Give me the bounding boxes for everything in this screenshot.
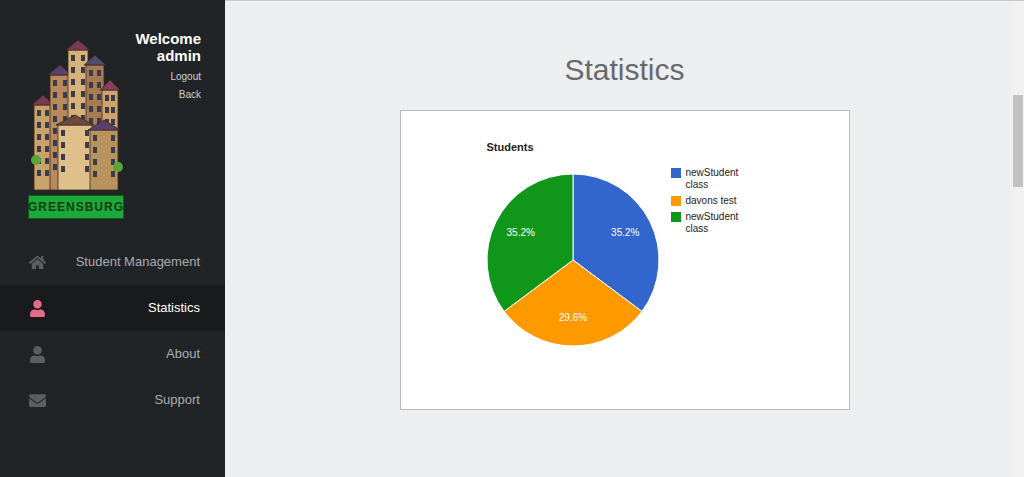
chart-plot: Students 35.2% 29.6% 35.2% [401, 111, 659, 409]
legend-swatch [671, 212, 681, 222]
user-name: admin [157, 47, 201, 64]
sidebar: GREENSBURG Welcomeadmin Logout Back Student … [0, 0, 225, 477]
legend-swatch [671, 168, 681, 178]
content-area: Statistics Students 35.2% 29.6% 35.2% newStud… [225, 1, 1012, 477]
main-content: Statistics Students 35.2% 29.6% 35.2% newStud… [225, 0, 1024, 477]
sidebar-item-label: Student Management [46, 252, 200, 272]
slice-label: 35.2% [611, 227, 639, 238]
sidebar-nav: Student Management Statistics About Support [0, 239, 225, 423]
sidebar-item[interactable]: Student Management [0, 239, 225, 285]
user-icon [29, 300, 46, 317]
sidebar-item[interactable]: Statistics [0, 285, 225, 331]
pie-chart: 35.2% 29.6% 35.2% [487, 174, 659, 346]
chart-legend: newStudent class davons test newStudent cl… [671, 111, 752, 409]
envelope-icon [29, 392, 46, 409]
logo: GREENSBURG [28, 30, 124, 219]
page-title: Statistics [552, 51, 684, 89]
legend-label: newStudent class [686, 211, 752, 235]
slice-label: 35.2% [506, 227, 534, 238]
scrollbar-thumb[interactable] [1013, 95, 1023, 187]
chart-card: Students 35.2% 29.6% 35.2% newStudent class d… [400, 110, 850, 410]
sidebar-item-label: Statistics [46, 298, 200, 318]
scrollbar[interactable] [1012, 1, 1024, 477]
sidebar-item-label: About [46, 344, 200, 364]
user-panel: Welcomeadmin Logout Back [124, 30, 201, 219]
sidebar-header: GREENSBURG Welcomeadmin Logout Back [0, 0, 225, 219]
home-icon [29, 254, 46, 271]
legend-label: davons test [686, 195, 752, 207]
sidebar-item[interactable]: About [0, 331, 225, 377]
legend-item[interactable]: newStudent class [671, 167, 752, 191]
legend-swatch [671, 196, 681, 206]
chart-title: Students [487, 141, 659, 154]
legend-item[interactable]: newStudent class [671, 211, 752, 235]
user-icon [29, 346, 46, 363]
slice-label: 29.6% [558, 312, 586, 323]
legend-item[interactable]: davons test [671, 195, 752, 207]
app: GREENSBURG Welcomeadmin Logout Back Student … [0, 0, 1024, 477]
header-link[interactable]: Back [179, 88, 201, 101]
header-link[interactable]: Logout [170, 70, 201, 83]
welcome-text: Welcome [135, 30, 201, 47]
logo-banner: GREENSBURG [28, 195, 124, 219]
sidebar-item-label: Support [46, 390, 200, 410]
legend-label: newStudent class [686, 167, 752, 191]
sidebar-item[interactable]: Support [0, 377, 225, 423]
pie-slice[interactable]: 35.2% [487, 174, 573, 311]
city-logo-icon [28, 35, 124, 195]
